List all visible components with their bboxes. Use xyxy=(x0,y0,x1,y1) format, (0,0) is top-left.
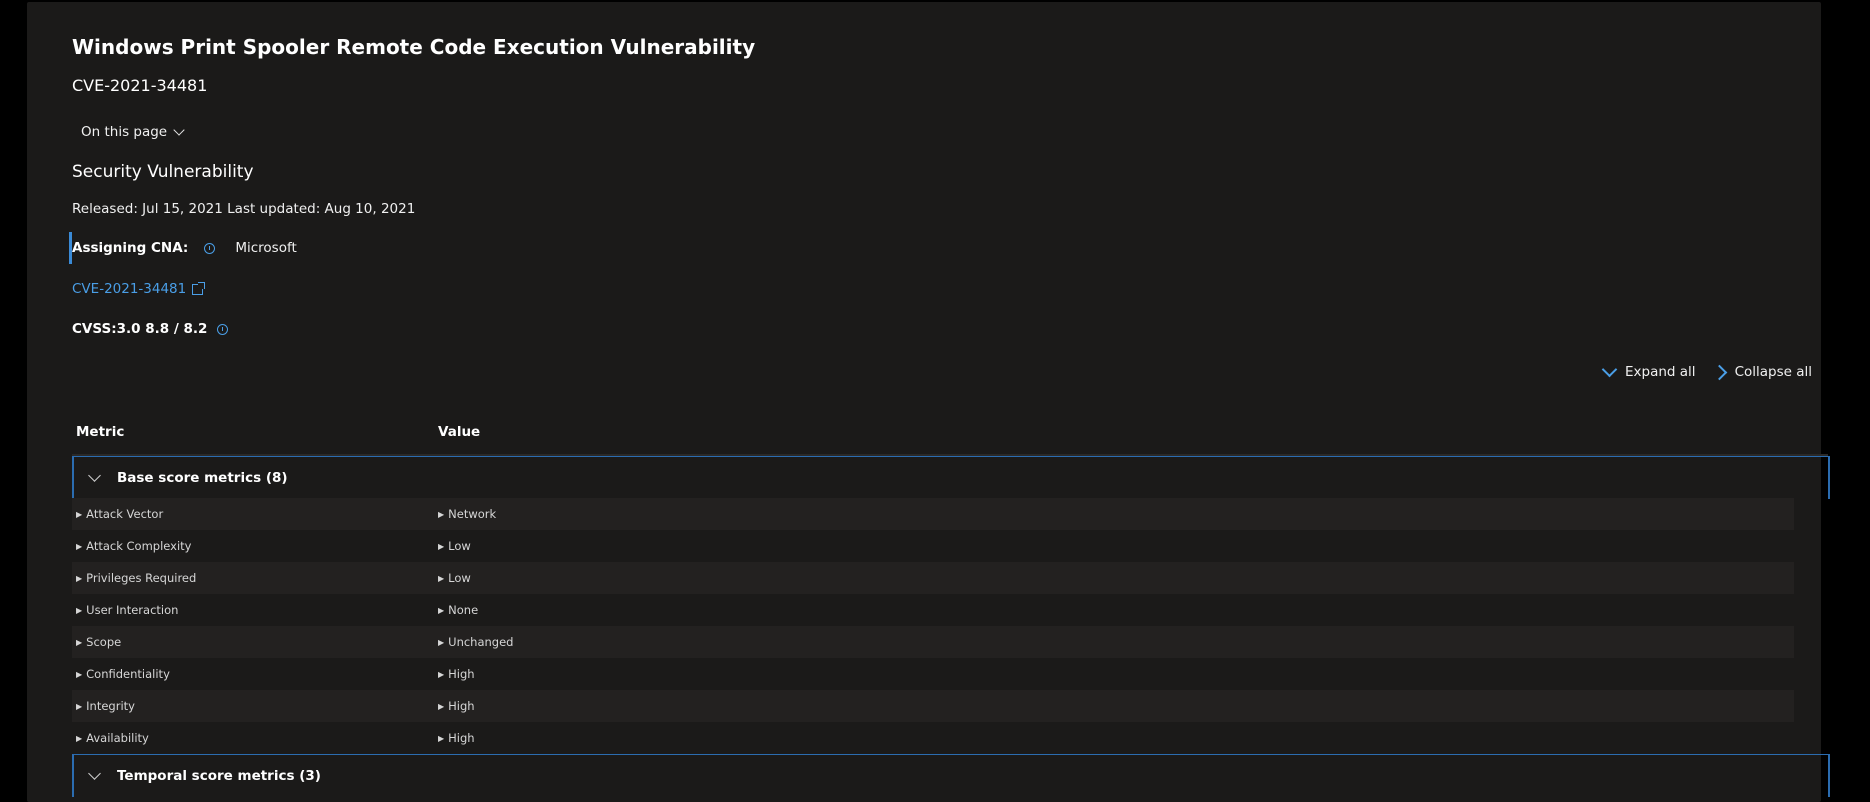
table-header: Metric Value xyxy=(72,424,1828,457)
metric-cell: Availability xyxy=(86,731,149,745)
metric-cell: Integrity xyxy=(86,699,135,713)
value-cell: High xyxy=(448,699,475,713)
value-cell: Low xyxy=(448,539,471,553)
chevron-down-icon xyxy=(1601,361,1618,377)
cve-external-link[interactable]: CVE-2021-34481 xyxy=(72,281,206,297)
metric-cell: Scope xyxy=(86,635,122,649)
collapse-all-label: Collapse all xyxy=(1734,364,1812,380)
page-title: Windows Print Spooler Remote Code Execut… xyxy=(72,35,756,59)
expand-all-label: Expand all xyxy=(1625,364,1696,380)
value-cell: High xyxy=(448,667,475,681)
on-this-page-label: On this page xyxy=(81,124,168,140)
chevron-right-icon xyxy=(1711,364,1727,380)
value-cell: Network xyxy=(448,507,497,521)
table-row[interactable]: ▶ Integrity ▶ High xyxy=(72,690,1794,722)
value-cell: Unchanged xyxy=(448,635,514,649)
assigning-cna-label: Assigning CNA: xyxy=(72,240,189,256)
cvss-score-text: CVSS:3.0 8.8 / 8.2 xyxy=(72,321,208,337)
table-row[interactable]: ▶ Confidentiality ▶ High xyxy=(72,658,1794,690)
group-label: Temporal score metrics (3) xyxy=(117,768,321,784)
assigning-cna-value: Microsoft xyxy=(235,240,297,256)
value-cell: None xyxy=(448,603,479,617)
chevron-down-icon xyxy=(173,124,185,136)
metric-cell: Attack Complexity xyxy=(86,539,192,553)
chevron-down-icon xyxy=(88,469,101,482)
metric-cell: Privileges Required xyxy=(86,571,197,585)
table-row[interactable]: ▶ Privileges Required ▶ Low xyxy=(72,562,1794,594)
metric-cell: User Interaction xyxy=(86,603,179,617)
table-row[interactable]: ▶ Scope ▶ Unchanged xyxy=(72,626,1794,658)
collapse-all-button[interactable]: Collapse all xyxy=(1711,364,1812,380)
info-icon[interactable] xyxy=(204,242,216,254)
info-icon[interactable] xyxy=(217,323,229,335)
section-title: Security Vulnerability xyxy=(72,162,254,182)
on-this-page-dropdown[interactable]: On this page xyxy=(81,124,185,140)
cvss-score: CVSS:3.0 8.8 / 8.2 xyxy=(72,321,229,337)
chevron-down-icon xyxy=(88,767,101,780)
expand-all-button[interactable]: Expand all xyxy=(1601,361,1696,380)
metric-cell: Attack Vector xyxy=(86,507,164,521)
table-row[interactable]: ▶ Attack Vector ▶ Network xyxy=(72,498,1794,530)
cve-link-text: CVE-2021-34481 xyxy=(72,281,187,297)
column-header-metric: Metric xyxy=(76,424,125,440)
assigning-cna: Assigning CNA: Microsoft xyxy=(69,232,297,264)
value-cell: Low xyxy=(448,571,471,585)
table-row[interactable]: ▶ Availability ▶ High xyxy=(72,722,1794,754)
group-temporal-score-metrics[interactable]: Temporal score metrics (3) xyxy=(72,754,1830,797)
column-header-value: Value xyxy=(438,424,481,440)
group-label: Base score metrics (8) xyxy=(117,470,288,486)
external-link-icon xyxy=(192,281,206,295)
release-dates: Released: Jul 15, 2021 Last updated: Aug… xyxy=(72,201,416,217)
table-row[interactable]: ▶ Attack Complexity ▶ Low xyxy=(72,530,1794,562)
group-base-score-metrics[interactable]: Base score metrics (8) xyxy=(72,456,1830,499)
metric-cell: Confidentiality xyxy=(86,667,170,681)
cve-id-heading: CVE-2021-34481 xyxy=(72,76,208,95)
expand-collapse-controls: Expand all Collapse all xyxy=(1601,361,1812,380)
table-row[interactable]: ▶ User Interaction ▶ None xyxy=(72,594,1794,626)
main-panel: Windows Print Spooler Remote Code Execut… xyxy=(27,2,1830,802)
metrics-rows: ▶ Attack Vector ▶ Network ▶ Attack Complexi… xyxy=(72,498,1794,754)
value-cell: High xyxy=(448,731,475,745)
